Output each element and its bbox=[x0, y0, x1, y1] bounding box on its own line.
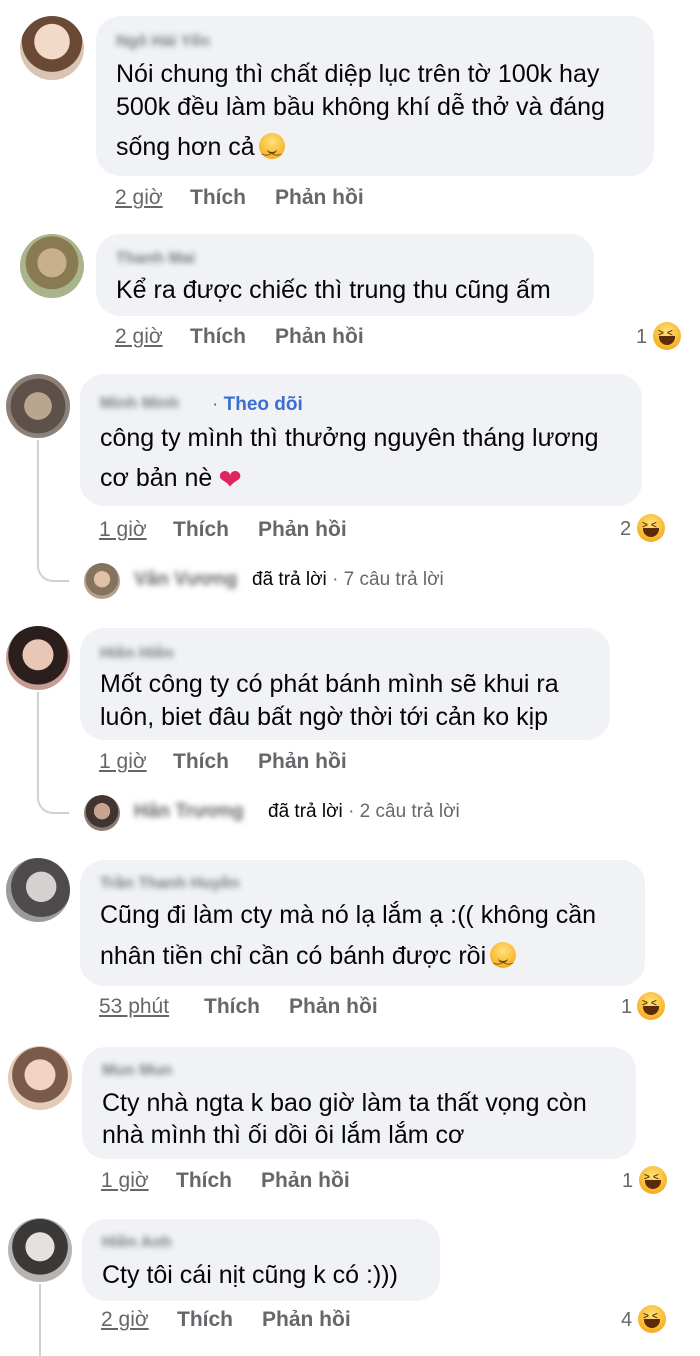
like-button[interactable]: Thích bbox=[173, 518, 229, 542]
reply-button[interactable]: Phản hồi bbox=[258, 750, 347, 774]
relieved-face-icon bbox=[490, 942, 517, 976]
comment-text-line: 500k đều làm bầu không khí dễ thở và đán… bbox=[116, 93, 605, 121]
commenter-name[interactable]: Hiền Hiền bbox=[100, 645, 174, 663]
reply-avatar[interactable] bbox=[84, 795, 120, 831]
reaction-count[interactable]: 1 bbox=[621, 996, 632, 1019]
avatar[interactable] bbox=[8, 1218, 72, 1282]
reply-thread-connector bbox=[37, 550, 69, 582]
commenter-name[interactable]: Hiền Anh bbox=[102, 1234, 172, 1252]
reply-button[interactable]: Phản hồi bbox=[275, 325, 364, 349]
replies-action[interactable]: đã trả lời bbox=[268, 801, 343, 822]
red-heart-icon: ❤ bbox=[218, 464, 242, 495]
laughing-face-icon[interactable]: >< bbox=[653, 322, 681, 350]
like-button[interactable]: Thích bbox=[190, 186, 246, 210]
reply-button[interactable]: Phản hồi bbox=[258, 518, 347, 542]
comment-text-line: Cũng đi làm cty mà nó lạ lắm ạ :(( không… bbox=[100, 901, 597, 929]
timestamp[interactable]: 2 giờ bbox=[101, 1308, 149, 1332]
relieved-face-icon bbox=[258, 133, 285, 167]
avatar[interactable] bbox=[8, 1046, 72, 1110]
replies-count[interactable]: · 2 câu trả lời bbox=[348, 801, 460, 822]
comment-text-line: Cty tôi cái nịt cũng k có :))) bbox=[102, 1261, 398, 1289]
follow-label[interactable]: Theo dõi bbox=[224, 394, 303, 415]
comment-text: cơ bản nè bbox=[100, 464, 213, 492]
comment-text-line: Nói chung thì chất diệp lục trên tờ 100k… bbox=[116, 60, 600, 88]
view-replies-link[interactable]: đã trả lời · 7 câu trả lời bbox=[252, 569, 444, 591]
laughing-face-icon[interactable]: >< bbox=[638, 1305, 666, 1333]
replier-name[interactable]: Hân Trương bbox=[134, 801, 244, 823]
reply-avatar[interactable] bbox=[84, 563, 120, 599]
avatar[interactable] bbox=[6, 858, 70, 922]
commenter-name[interactable]: Trần Thanh Huyền bbox=[100, 875, 240, 893]
comment-text-line: sống hơn cả bbox=[116, 131, 285, 167]
reply-thread-line bbox=[37, 440, 39, 558]
replies-action[interactable]: đã trả lời bbox=[252, 569, 327, 590]
reply-button[interactable]: Phản hồi bbox=[261, 1169, 350, 1193]
separator-dot: · bbox=[212, 394, 219, 415]
comment-text: nhân tiền chỉ cần có bánh được rồi bbox=[100, 942, 487, 970]
comment-text-line: Mốt công ty có phát bánh mình sẽ khui ra bbox=[100, 670, 559, 698]
view-replies-link[interactable]: đã trả lời · 2 câu trả lời bbox=[268, 801, 460, 823]
reply-thread-connector bbox=[37, 782, 69, 814]
laughing-face-icon[interactable]: >< bbox=[637, 514, 665, 542]
reply-thread-line bbox=[37, 692, 39, 792]
reaction-count[interactable]: 2 bbox=[620, 518, 631, 541]
avatar[interactable] bbox=[6, 626, 70, 690]
timestamp[interactable]: 1 giờ bbox=[99, 750, 147, 774]
replies-count[interactable]: · 7 câu trả lời bbox=[332, 569, 444, 590]
commenter-name[interactable]: Thanh Mai bbox=[116, 250, 195, 268]
timestamp[interactable]: 2 giờ bbox=[115, 186, 163, 210]
avatar[interactable] bbox=[6, 374, 70, 438]
like-button[interactable]: Thích bbox=[176, 1169, 232, 1193]
like-button[interactable]: Thích bbox=[173, 750, 229, 774]
comment-text-line: nhân tiền chỉ cần có bánh được rồi bbox=[100, 940, 517, 976]
commenter-name[interactable]: Ngô Hải Yến bbox=[116, 33, 210, 51]
comment-text-line: cơ bản nè ❤ bbox=[100, 462, 242, 496]
follow-link[interactable]: · Theo dõi bbox=[212, 394, 303, 416]
avatar[interactable] bbox=[20, 16, 84, 80]
reply-thread-line bbox=[39, 1284, 41, 1356]
like-button[interactable]: Thích bbox=[190, 325, 246, 349]
comment-text-line: Kể ra được chiếc thì trung thu cũng ấm bbox=[116, 276, 551, 304]
reply-button[interactable]: Phản hồi bbox=[275, 186, 364, 210]
timestamp[interactable]: 1 giờ bbox=[99, 518, 147, 542]
like-button[interactable]: Thích bbox=[177, 1308, 233, 1332]
reaction-count[interactable]: 1 bbox=[622, 1170, 633, 1193]
comment-text-line: luôn, biet đâu bất ngờ thời tới cản ko k… bbox=[100, 703, 549, 731]
timestamp[interactable]: 53 phút bbox=[99, 995, 169, 1019]
replier-name[interactable]: Vân Vương bbox=[134, 569, 237, 591]
commenter-name[interactable]: Mun Mun bbox=[102, 1062, 172, 1080]
reply-button[interactable]: Phản hồi bbox=[289, 995, 378, 1019]
laughing-face-icon[interactable]: >< bbox=[639, 1166, 667, 1194]
reaction-count[interactable]: 1 bbox=[636, 326, 647, 349]
comment-text: sống hơn cả bbox=[116, 133, 255, 161]
timestamp[interactable]: 1 giờ bbox=[101, 1169, 149, 1193]
timestamp[interactable]: 2 giờ bbox=[115, 325, 163, 349]
like-button[interactable]: Thích bbox=[204, 995, 260, 1019]
reply-button[interactable]: Phản hồi bbox=[262, 1308, 351, 1332]
commenter-name[interactable]: Minh Minh bbox=[100, 395, 179, 413]
comment-text-line: Cty nhà ngta k bao giờ làm ta thất vọng … bbox=[102, 1089, 587, 1117]
avatar[interactable] bbox=[20, 234, 84, 298]
comment-text-line: công ty mình thì thưởng nguyên tháng lươ… bbox=[100, 424, 599, 452]
comment-text-line: nhà mình thì ối dồi ôi lắm lắm cơ bbox=[102, 1121, 465, 1149]
laughing-face-icon[interactable]: >< bbox=[637, 992, 665, 1020]
reaction-count[interactable]: 4 bbox=[621, 1309, 632, 1332]
